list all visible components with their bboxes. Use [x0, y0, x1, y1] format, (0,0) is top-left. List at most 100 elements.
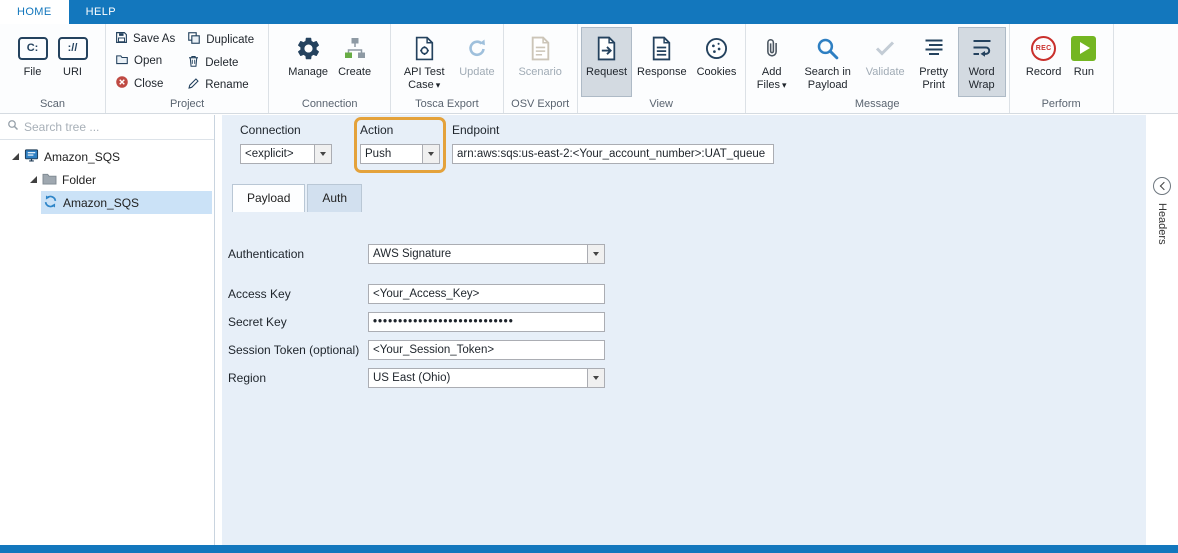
session-token-label: Session Token (optional) [228, 343, 368, 357]
tab-auth[interactable]: Auth [307, 184, 362, 212]
tree-item-folder[interactable]: Folder [0, 168, 214, 191]
action-label: Action [360, 123, 440, 137]
duplicate-icon [187, 31, 201, 48]
sync-icon [43, 194, 58, 212]
osv-export-buttons: Scenario [504, 24, 577, 97]
authentication-label: Authentication [228, 247, 368, 261]
ribbon-group-message: Add Files▾ Search in Payload Validate [746, 24, 1010, 113]
ribbon-group-osv-export: Scenario OSV Export [504, 24, 578, 113]
rename-button[interactable]: Rename [185, 76, 261, 94]
run-button[interactable]: Run [1066, 27, 1101, 97]
create-button[interactable]: Create [333, 27, 376, 97]
connection-tree: Amazon_SQS Folder Amazon_SQS [0, 140, 214, 214]
menu-tab-home[interactable]: HOME [0, 0, 69, 24]
chevron-down-icon[interactable] [314, 145, 331, 163]
tree-item-amazon-sqs[interactable]: Amazon_SQS [0, 191, 214, 214]
refresh-icon [465, 32, 489, 64]
pencil-icon [187, 77, 200, 93]
ribbon-group-project: Save As Open Close Duplicate [106, 24, 269, 113]
message-buttons: Add Files▾ Search in Payload Validate [746, 24, 1009, 97]
authentication-row: Authentication AWS Signature [228, 244, 1146, 264]
secret-key-row: Secret Key [228, 312, 1146, 332]
request-button[interactable]: Request [581, 27, 632, 97]
gear-icon [295, 32, 322, 64]
tree-sidebar: Amazon_SQS Folder Amazon_SQS [0, 115, 215, 545]
tree-search-row [0, 115, 214, 140]
manage-button[interactable]: Manage [283, 27, 333, 97]
open-button[interactable]: Open [113, 52, 177, 70]
folder-icon [42, 172, 57, 188]
record-button[interactable]: REC Record [1021, 27, 1066, 97]
ribbon-group-connection: Manage Create Connection [269, 24, 391, 113]
secret-key-input[interactable] [368, 312, 605, 332]
endpoint-input[interactable] [452, 144, 774, 164]
pretty-print-button[interactable]: Pretty Print [910, 27, 958, 97]
word-wrap-icon [970, 32, 994, 64]
uri-button[interactable]: :// URI [53, 27, 93, 97]
file-button[interactable]: C: File [13, 27, 53, 97]
chevron-down-icon[interactable] [422, 145, 439, 163]
scenario-document-icon [530, 32, 551, 64]
connection-buttons: Manage Create [269, 24, 390, 97]
word-wrap-button[interactable]: Word Wrap [958, 27, 1006, 97]
endpoint-label: Endpoint [452, 123, 774, 137]
record-icon: REC [1031, 32, 1056, 64]
endpoint-field-group: Endpoint [452, 123, 774, 164]
region-select[interactable]: US East (Ohio) [368, 368, 605, 388]
ribbon-spacer [1114, 24, 1178, 113]
text-lines-icon [922, 32, 946, 64]
action-select[interactable]: Push [360, 144, 440, 164]
view-buttons: Request Response Cookies [578, 24, 745, 97]
bottom-accent-bar [0, 545, 1178, 553]
access-key-input[interactable] [368, 284, 605, 304]
api-test-case-button[interactable]: API Test Case▾ [394, 27, 454, 97]
headers-tab[interactable]: Headers [1156, 203, 1168, 245]
project-group-label: Project [106, 97, 268, 113]
selected-tree-item[interactable]: Amazon_SQS [41, 191, 212, 214]
ribbon-group-perform: REC Record Run Perform [1010, 24, 1114, 113]
add-files-button[interactable]: Add Files▾ [749, 27, 795, 97]
trash-icon [187, 54, 200, 71]
authentication-select[interactable]: AWS Signature [368, 244, 605, 264]
tree-search-input[interactable] [24, 120, 207, 134]
view-group-label: View [578, 97, 745, 113]
search-in-payload-button[interactable]: Search in Payload [795, 27, 861, 97]
response-button[interactable]: Response [632, 27, 692, 97]
ribbon: C: File :// URI Scan Save As [0, 24, 1178, 114]
expander-icon[interactable] [30, 176, 37, 183]
duplicate-button[interactable]: Duplicate [185, 30, 261, 49]
chevron-down-icon[interactable] [587, 369, 604, 387]
message-group-label: Message [746, 97, 1009, 113]
project-col-2: Duplicate Delete Rename [181, 27, 265, 97]
menu-tab-help[interactable]: HELP [69, 0, 133, 24]
secret-key-label: Secret Key [228, 315, 368, 329]
close-icon [115, 75, 129, 92]
session-token-input[interactable] [368, 340, 605, 360]
delete-button[interactable]: Delete [185, 53, 261, 72]
tree-item-amazon-sqs-root[interactable]: Amazon_SQS [0, 145, 214, 168]
add-files-label: Add Files▾ [754, 66, 790, 91]
ribbon-group-tosca-export: API Test Case▾ Update Tosca Export [391, 24, 503, 113]
validate-button[interactable]: Validate [861, 27, 910, 97]
expand-panel-button[interactable] [1153, 177, 1171, 195]
request-editor-panel: Connection <explicit> Action Push Endpoi… [222, 115, 1146, 545]
menu-bar: HOME HELP [0, 0, 1178, 24]
tab-payload[interactable]: Payload [232, 184, 305, 212]
auth-tab-content: Authentication AWS Signature Access Key … [222, 212, 1146, 388]
connection-select[interactable]: <explicit> [240, 144, 332, 164]
scenario-button[interactable]: Scenario [513, 27, 566, 97]
update-button[interactable]: Update [454, 27, 499, 97]
save-as-button[interactable]: Save As [113, 30, 177, 48]
cookie-icon [704, 32, 729, 64]
chevron-down-icon[interactable] [587, 245, 604, 263]
expander-icon[interactable] [12, 153, 19, 160]
region-label: Region [228, 371, 368, 385]
ribbon-group-view: Request Response Cookies View [578, 24, 746, 113]
close-button[interactable]: Close [113, 74, 177, 93]
paperclip-icon [761, 32, 783, 64]
tosca-export-group-label: Tosca Export [391, 97, 502, 113]
request-document-icon [596, 32, 617, 64]
checkmark-icon [873, 32, 897, 64]
headers-side-rail: Headers [1146, 115, 1178, 545]
cookies-button[interactable]: Cookies [692, 27, 742, 97]
